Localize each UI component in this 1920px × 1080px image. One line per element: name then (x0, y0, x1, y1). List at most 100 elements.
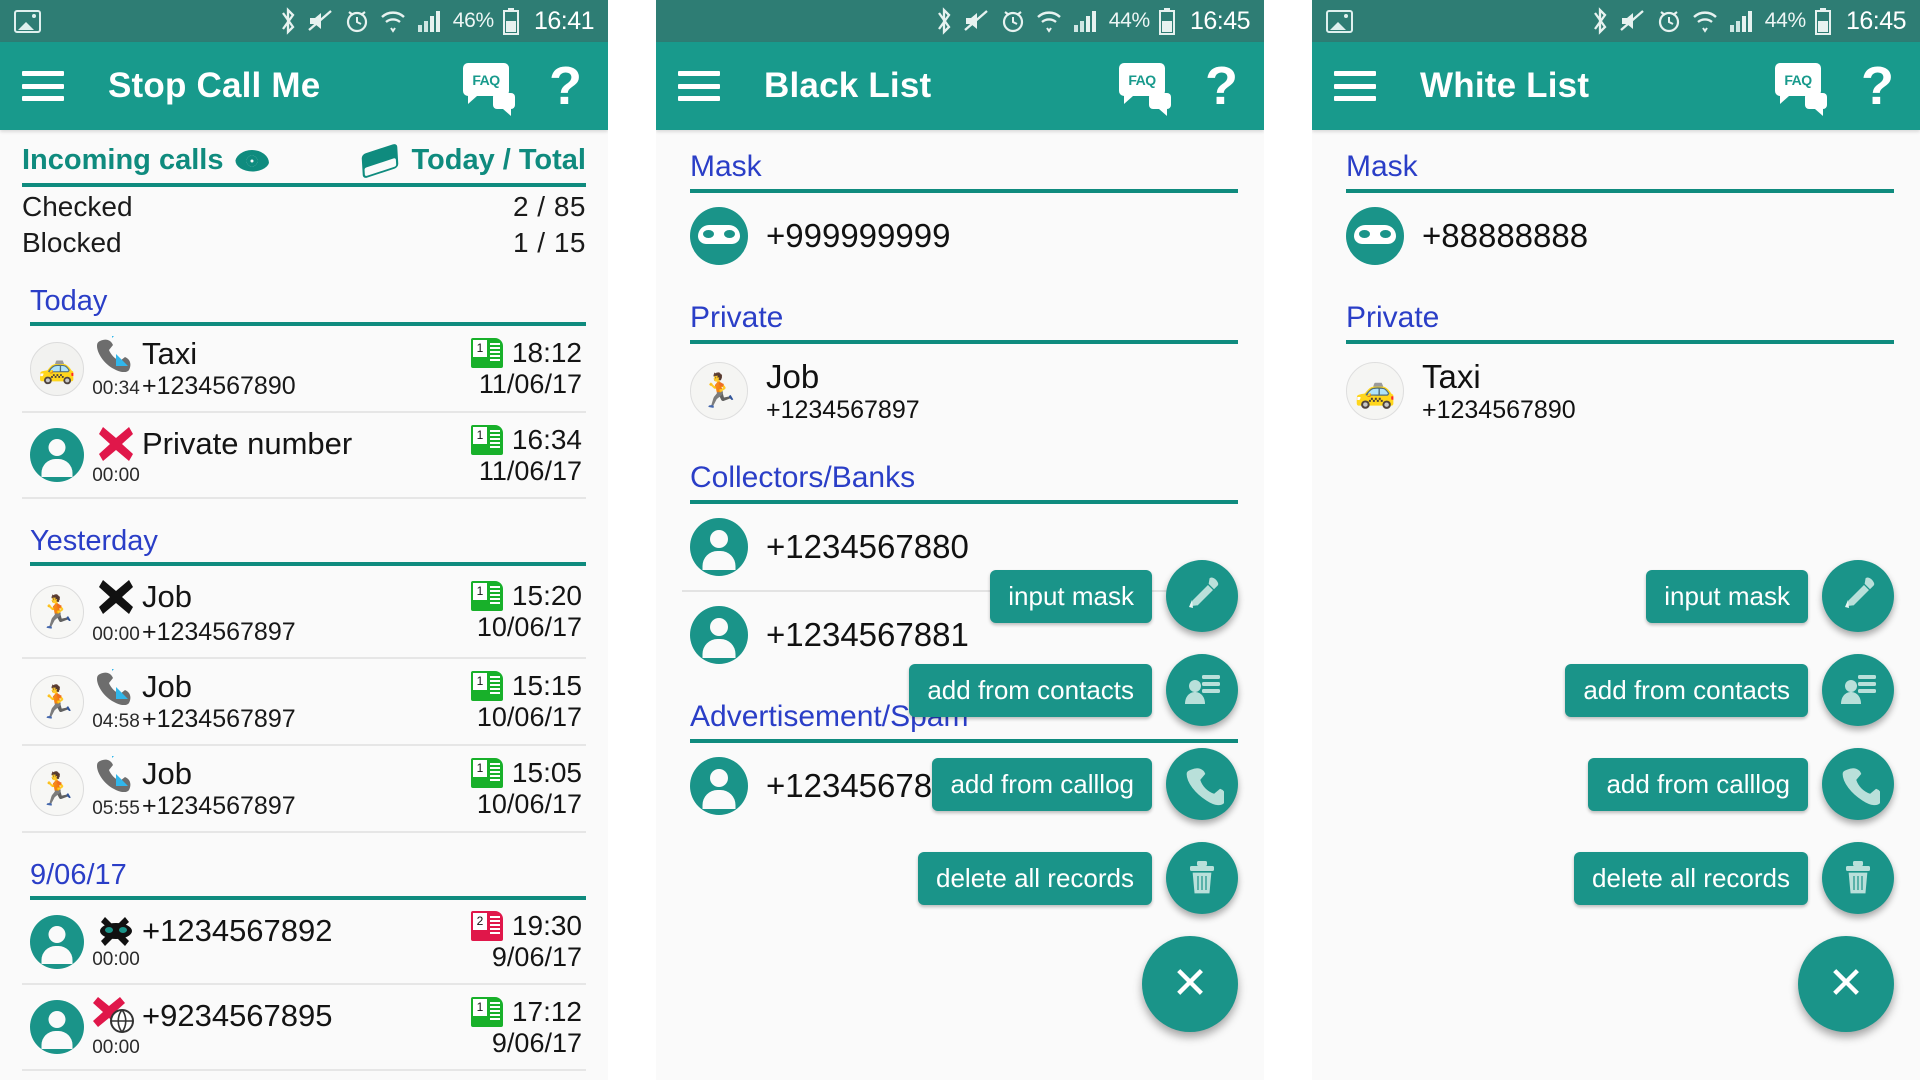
battery-percent: 44% (1764, 9, 1806, 32)
menu-icon[interactable] (678, 71, 720, 101)
globe-cross-icon (90, 995, 142, 1037)
eye-icon[interactable] (235, 149, 270, 172)
fab-item[interactable]: add from contacts (1565, 654, 1894, 726)
call-group-label: Today (30, 285, 108, 317)
faq-label: FAQ (1775, 63, 1821, 104)
fab-menu: input mask add from contacts add from call… (909, 560, 1238, 1054)
call-group-list: 🏃 Job 00:00 +1234567897 1 15:20 10/06/17 🏃 Job 04… (0, 566, 608, 833)
fab-item[interactable]: delete all records (909, 842, 1238, 914)
fab-label[interactable]: add from contacts (1565, 663, 1808, 717)
bluetooth-icon (278, 7, 298, 35)
close-icon[interactable]: ✕ (1142, 936, 1238, 1032)
entry-number: +999999999 (766, 217, 951, 254)
help-icon[interactable]: ? (549, 59, 582, 113)
status-clock: 16:45 (1189, 6, 1251, 35)
call-group-label: Yesterday (30, 525, 158, 557)
call-details: +9234567895 00:00 (84, 995, 471, 1059)
fab-item[interactable]: input mask (909, 560, 1238, 632)
signal-icon (1072, 9, 1100, 33)
list-section-header: Private (1312, 281, 1920, 344)
help-icon[interactable]: ? (1205, 59, 1238, 113)
fab-label[interactable]: input mask (1646, 569, 1808, 623)
pencil-icon[interactable] (1822, 560, 1894, 632)
list-item[interactable]: +88888888 (1338, 193, 1894, 281)
sim-badge: 1 (470, 758, 503, 788)
faq-icon[interactable]: FAQ (463, 63, 515, 116)
summary-label: Blocked (22, 227, 122, 258)
fab-label[interactable]: add from contacts (909, 663, 1152, 717)
sim-number: 1 (472, 998, 487, 1016)
call-duration: 04:58 (92, 711, 140, 732)
table-row[interactable]: 🏃 Job 00:00 +1234567897 1 15:20 10/06/17 (22, 566, 586, 659)
fab-label[interactable]: add from calllog (1588, 757, 1808, 811)
call-time: 16:34 (511, 423, 582, 455)
fab-main-row: ✕ (909, 936, 1238, 1032)
list-section-label: Mask (690, 150, 762, 183)
fab-item[interactable]: add from contacts (909, 654, 1238, 726)
table-row[interactable]: 🏃 Job 04:58 +1234567897 1 15:15 10/06/17 (22, 659, 586, 746)
call-name: Taxi (142, 336, 198, 371)
fab-item[interactable]: add from calllog (909, 748, 1238, 820)
trash-icon[interactable] (1822, 842, 1894, 914)
screen-black-list: 44% 16:45 Black List FAQ ? Mask +99999999… (656, 0, 1264, 1080)
incoming-calls-summary: Incoming calls Today / Total Checked 2 /… (0, 130, 608, 259)
table-row[interactable]: 🚕 Taxi 00:34 +1234567890 1 18:12 11/06/17 (22, 326, 586, 413)
list-item[interactable]: 🚕 Taxi +1234567890 (1338, 344, 1894, 441)
phone-icon[interactable] (1822, 748, 1894, 820)
fab-label[interactable]: delete all records (1574, 851, 1808, 905)
sim-contacts-bars (489, 916, 500, 936)
mask-cross-icon (90, 913, 142, 949)
avatar: 🏃 (30, 761, 84, 816)
faq-icon[interactable]: FAQ (1119, 63, 1171, 116)
table-row[interactable]: +9234567895 00:00 1 17:12 9/06/17 (22, 985, 586, 1071)
fab-item[interactable]: add from calllog (1565, 748, 1894, 820)
faq-label: FAQ (463, 63, 509, 104)
faq-bubble-small (1149, 93, 1171, 116)
call-group-list: 🚕 Taxi 00:34 +1234567890 1 18:12 11/06/17 Priva… (0, 326, 608, 499)
table-row[interactable]: +1234567892 00:00 2 19:30 9/06/17 (22, 900, 586, 985)
trash-icon[interactable] (1166, 842, 1238, 914)
panel-gap-1 (608, 0, 656, 1080)
phone-icon[interactable] (1166, 748, 1238, 820)
close-icon[interactable]: ✕ (1798, 936, 1894, 1032)
entry-text: +12345678 (748, 767, 932, 805)
menu-icon[interactable] (1334, 71, 1376, 101)
sim-number: 1 (472, 673, 487, 690)
page-title: Black List (764, 66, 932, 105)
image-icon (14, 9, 41, 33)
eraser-icon[interactable] (361, 142, 399, 179)
faq-bubble-small (1805, 93, 1827, 116)
table-row[interactable]: Private number 00:00 1 16:34 11/06/17 (22, 413, 586, 499)
fab-item[interactable]: input mask (1565, 560, 1894, 632)
fab-item[interactable]: delete all records (1565, 842, 1894, 914)
pencil-icon[interactable] (1166, 560, 1238, 632)
contacts-icon[interactable] (1822, 654, 1894, 726)
call-duration: 00:00 (92, 624, 140, 645)
table-row[interactable]: 🏃 Job 05:55 +1234567897 1 15:05 10/06/17 (22, 746, 586, 833)
call-name: Job (142, 669, 192, 704)
screen-stop-call-me: 46% 16:41 Stop Call Me FAQ ? Incoming ca… (0, 0, 608, 1080)
faq-icon[interactable]: FAQ (1775, 63, 1827, 116)
call-group-header: Yesterday (0, 499, 608, 566)
call-duration: 05:55 (92, 798, 140, 819)
list-item[interactable]: 🏃 Job +1234567897 (682, 344, 1238, 441)
battery-percent: 44% (1108, 9, 1150, 32)
battery-icon (502, 7, 519, 35)
help-icon[interactable]: ? (1861, 59, 1894, 113)
list-item[interactable]: +999999999 (682, 193, 1238, 281)
call-name: Private number (142, 426, 353, 461)
mute-icon (963, 8, 991, 34)
battery-icon (1814, 7, 1831, 35)
fab-label[interactable]: add from calllog (932, 757, 1152, 811)
avatar: 🏃 (690, 362, 748, 421)
list-section-label: Private (1346, 301, 1440, 334)
menu-icon[interactable] (22, 71, 64, 101)
battery-percent: 46% (452, 9, 494, 32)
fab-label[interactable]: input mask (990, 569, 1152, 623)
alarm-icon (1000, 8, 1026, 34)
call-number: +1234567890 (142, 372, 296, 400)
avatar (690, 756, 748, 815)
table-row[interactable]: 🚕Taxi00:43+123456789016:349/06/17 (22, 1071, 586, 1080)
fab-label[interactable]: delete all records (918, 851, 1152, 905)
contacts-icon[interactable] (1166, 654, 1238, 726)
